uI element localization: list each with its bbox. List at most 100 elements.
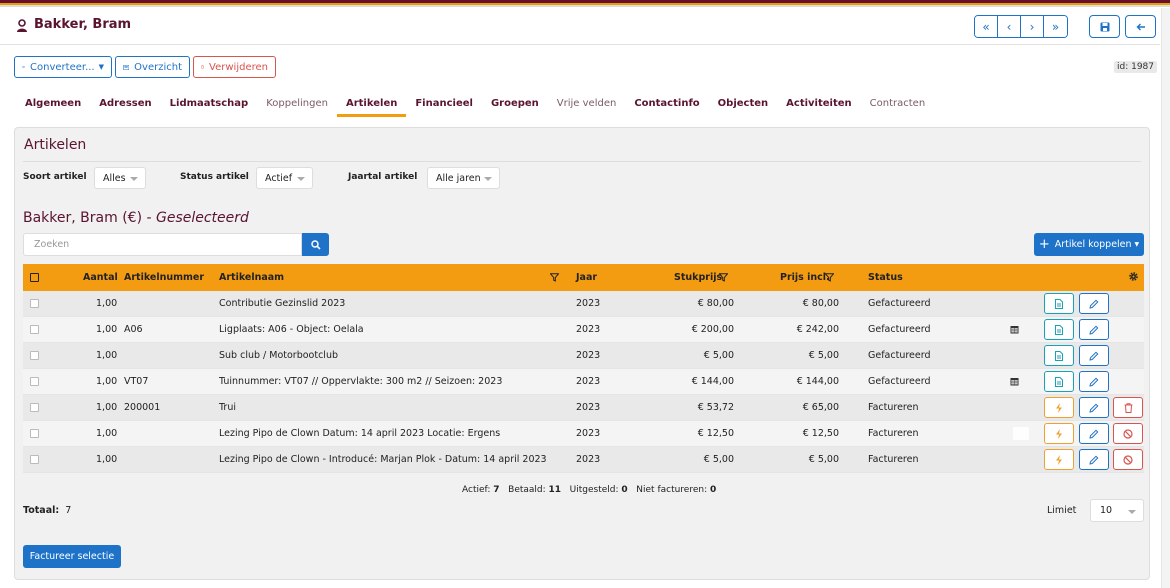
previous-record-button[interactable]: ‹ [998, 16, 1021, 37]
drag-ghost [1013, 427, 1029, 440]
tab-adressen[interactable]: Adressen [90, 97, 160, 117]
table-row[interactable]: 1,00 200001 Trui 2023 € 53,72 € 65,00 Facturer… [23, 395, 1144, 421]
tab-lidmaatschap[interactable]: Lidmaatschap [161, 97, 258, 117]
overview-button[interactable]: Overzicht [115, 56, 190, 78]
filter-status-select[interactable]: Actief [256, 167, 313, 189]
next-record-button[interactable]: › [1021, 16, 1044, 37]
delete-button[interactable]: Verwijderen [193, 56, 276, 78]
cell-stukprijs: € 200,00 [691, 324, 734, 335]
filter-jaartal-select[interactable]: Alle jaren [427, 167, 500, 189]
filter-icon[interactable] [550, 273, 559, 282]
last-record-button[interactable]: » [1044, 16, 1067, 37]
select-all-checkbox[interactable] [30, 273, 39, 282]
col-aantal[interactable]: Aantal [83, 272, 118, 283]
limit-select[interactable]: 10 [1090, 499, 1144, 522]
cell-status: Factureren [868, 402, 919, 413]
table-row[interactable]: 1,00 Lezing Pipo de Clown - Introducé: Ma… [23, 447, 1144, 473]
edit-button[interactable] [1079, 423, 1109, 444]
add-article-button[interactable]: + Artikel koppelen ▼ [1034, 233, 1144, 256]
col-jaar[interactable]: Jaar [576, 272, 597, 283]
search-button[interactable] [302, 233, 329, 256]
table-row[interactable]: 1,00 Lezing Pipo de Clown Datum: 14 april… [23, 421, 1144, 447]
col-status[interactable]: Status [868, 272, 903, 283]
tab-koppelingen[interactable]: Koppelingen [257, 97, 337, 117]
invoice-selection-button[interactable]: Factureer selectie [23, 545, 121, 568]
limit-value: 10 [1100, 505, 1113, 516]
tab-algemeen[interactable]: Algemeen [16, 97, 90, 117]
table-row[interactable]: 1,00 Contributie Gezinslid 2023 2023 € 80,0… [23, 291, 1144, 317]
cell-aantal: 1,00 [96, 402, 118, 413]
edit-button[interactable] [1079, 371, 1109, 392]
page-title: Bakker, Bram [34, 17, 132, 32]
view-invoice-button[interactable] [1044, 371, 1074, 392]
bolt-icon [1056, 428, 1062, 439]
row-checkbox[interactable] [30, 299, 39, 308]
row-checkbox[interactable] [30, 325, 39, 334]
filter-icon[interactable] [719, 273, 728, 282]
pencil-icon [1089, 351, 1099, 361]
convert-dropdown-button[interactable]: Converteer... ▼ [14, 56, 112, 78]
delete-row-button[interactable] [1113, 397, 1143, 418]
row-checkbox[interactable] [30, 351, 39, 360]
first-record-button[interactable]: « [975, 16, 998, 37]
filter-soort-select[interactable]: Alles [94, 167, 146, 189]
tab-contracten[interactable]: Contracten [861, 97, 935, 117]
cancel-row-button[interactable] [1113, 423, 1143, 444]
edit-button[interactable] [1079, 449, 1109, 470]
caret-down-icon: ▼ [98, 63, 104, 71]
cell-status: Gefactureerd [868, 350, 931, 361]
bolt-icon [1056, 454, 1062, 465]
gear-icon[interactable] [1128, 271, 1139, 282]
cell-aantal: 1,00 [96, 298, 118, 309]
cell-prijs-incl: € 65,00 [802, 402, 839, 413]
record-navigation: « ‹ › » [974, 15, 1068, 38]
tab-objecten[interactable]: Objecten [709, 97, 777, 117]
subtitle-state: Geselecteerd [155, 210, 249, 226]
page-scrollbar[interactable] [1161, 8, 1170, 588]
filter-soort-label: Soort artikel [23, 172, 87, 182]
pencil-icon [1089, 455, 1099, 465]
col-artikelnummer[interactable]: Artikelnummer [124, 272, 204, 283]
search-input[interactable]: Zoeken [23, 233, 302, 256]
cell-prijs-incl: € 12,50 [802, 428, 839, 439]
save-button[interactable] [1089, 15, 1120, 38]
cell-prijs-incl: € 144,00 [796, 376, 839, 387]
edit-button[interactable] [1079, 397, 1109, 418]
tab-contactinfo[interactable]: Contactinfo [625, 97, 708, 117]
top-color-bar [0, 0, 1170, 8]
caret-down-icon [297, 177, 305, 181]
articles-panel: Artikelen Soort artikel Alles Status art… [14, 127, 1150, 580]
back-button[interactable] [1125, 15, 1156, 38]
edit-button[interactable] [1079, 345, 1109, 366]
pencil-icon [1089, 325, 1099, 335]
tab-groepen[interactable]: Groepen [482, 97, 548, 117]
edit-button[interactable] [1079, 319, 1109, 340]
table-row[interactable]: 1,00 Sub club / Motorbootclub 2023 € 5,00 € … [23, 343, 1144, 369]
invoice-now-button[interactable] [1044, 449, 1074, 470]
status-summary: Actief: 7 Betaald: 11 Uitgesteld: 0 Niet… [462, 485, 716, 495]
filter-icon[interactable] [825, 273, 834, 282]
col-prijs-incl[interactable]: Prijs incl. [780, 272, 830, 283]
limit-label: Limiet [1047, 505, 1077, 516]
tab-artikelen[interactable]: Artikelen [336, 97, 407, 117]
cancel-row-button[interactable] [1113, 449, 1143, 470]
tab-financieel[interactable]: Financieel [406, 97, 482, 117]
row-checkbox[interactable] [30, 429, 39, 438]
cell-status: Gefactureerd [868, 298, 931, 309]
tab-vrije-velden[interactable]: Vrije velden [548, 97, 626, 117]
col-artikelnaam[interactable]: Artikelnaam [219, 272, 284, 283]
invoice-now-button[interactable] [1044, 423, 1074, 444]
table-row[interactable]: 1,00 A06 Ligplaats: A06 - Object: Oelala 20… [23, 317, 1144, 343]
row-checkbox[interactable] [30, 403, 39, 412]
row-checkbox[interactable] [30, 377, 39, 386]
row-checkbox[interactable] [30, 455, 39, 464]
tab-activiteiten[interactable]: Activiteiten [777, 97, 861, 117]
view-invoice-button[interactable] [1044, 293, 1074, 314]
invoice-now-button[interactable] [1044, 397, 1074, 418]
view-invoice-button[interactable] [1044, 319, 1074, 340]
view-invoice-button[interactable] [1044, 345, 1074, 366]
col-stukprijs[interactable]: Stukprijs [674, 272, 722, 283]
edit-button[interactable] [1079, 293, 1109, 314]
table-row[interactable]: 1,00 VT07 Tuinnummer: VT07 // Oppervlakte:… [23, 369, 1144, 395]
cell-status: Gefactureerd [868, 376, 931, 387]
